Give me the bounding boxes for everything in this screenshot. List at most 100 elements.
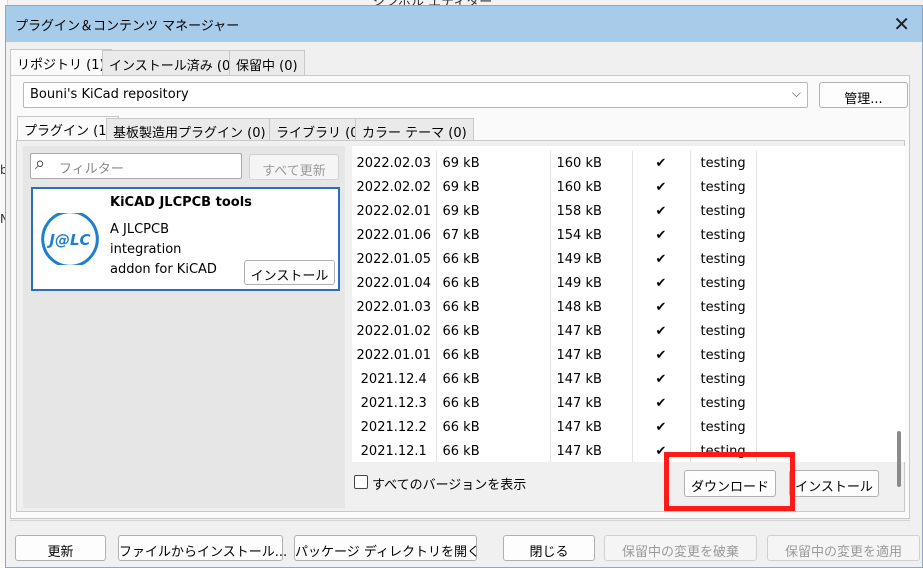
install-size-cell: 154 kB xyxy=(550,223,633,247)
compatible-check-icon: ✔ xyxy=(632,391,691,415)
version-row[interactable]: 2022.01.04 66 kB 149 kB ✔ testing xyxy=(352,271,757,295)
install-size-cell: 158 kB xyxy=(550,199,633,223)
refresh-all-button[interactable]: すべて更新 xyxy=(249,154,339,180)
download-size-cell: 66 kB xyxy=(436,343,551,367)
show-all-versions-label: すべてのバージョンを表示 xyxy=(372,478,527,493)
manage-button[interactable]: 管理... xyxy=(819,82,908,108)
refresh-button[interactable]: 更新 xyxy=(15,535,106,561)
filter-input[interactable]: ⌕ フィルター xyxy=(30,153,242,179)
status-cell: testing xyxy=(690,247,757,271)
version-row[interactable]: 2022.01.05 66 kB 149 kB ✔ testing xyxy=(352,247,757,271)
close-button[interactable]: 閉じる xyxy=(503,535,595,561)
install-size-cell: 147 kB xyxy=(550,391,633,415)
download-size-cell: 66 kB xyxy=(436,271,551,295)
version-cell: 2022.01.04 xyxy=(352,271,437,295)
install-size-cell: 147 kB xyxy=(550,319,633,343)
package-description-line: A JLCPCB xyxy=(110,222,170,237)
compatible-check-icon: ✔ xyxy=(632,271,691,295)
close-icon[interactable]: ✕ xyxy=(893,12,910,36)
version-row[interactable]: 2022.01.06 67 kB 154 kB ✔ testing xyxy=(352,223,757,247)
package-description-line: addon for KiCAD xyxy=(110,262,217,277)
download-size-cell: 69 kB xyxy=(436,151,551,175)
status-cell: testing xyxy=(690,223,757,247)
install-size-cell: 147 kB xyxy=(550,415,633,439)
install-size-cell: 147 kB xyxy=(550,439,633,462)
version-row[interactable]: 2022.02.01 69 kB 158 kB ✔ testing xyxy=(352,199,757,223)
logo-text: J@LC xyxy=(46,231,90,249)
version-row[interactable]: 2022.02.03 69 kB 160 kB ✔ testing xyxy=(352,151,757,175)
scrollbar-thumb[interactable] xyxy=(897,431,901,487)
tab-color-themes[interactable]: カラー テーマ (0) xyxy=(355,118,474,142)
version-table: 2022.02.03 69 kB 160 kB ✔ testing 2022.02.02 6… xyxy=(352,151,757,462)
tab-pending[interactable]: 保留中 (0) xyxy=(229,50,305,76)
download-size-cell: 66 kB xyxy=(436,415,551,439)
version-list-scrollbar[interactable] xyxy=(896,146,904,487)
download-size-cell: 66 kB xyxy=(436,439,551,462)
install-from-file-button[interactable]: ファイルからインストール... xyxy=(118,535,287,561)
filter-placeholder: フィルター xyxy=(59,162,124,177)
version-cell: 2022.01.05 xyxy=(352,247,437,271)
package-description-line: integration xyxy=(110,242,182,257)
tab-repository[interactable]: リポジトリ (1) xyxy=(10,49,112,77)
version-cell: 2021.12.2 xyxy=(352,415,437,439)
version-row[interactable]: 2022.01.01 66 kB 147 kB ✔ testing xyxy=(352,343,757,367)
show-all-versions-checkbox[interactable] xyxy=(354,475,368,489)
search-icon: ⌕ xyxy=(35,153,46,174)
repository-dropdown[interactable]: Bouni's KiCad repository ⌵ xyxy=(23,82,808,108)
status-cell: testing xyxy=(690,343,757,367)
status-cell: testing xyxy=(690,415,757,439)
repository-selected: Bouni's KiCad repository xyxy=(30,87,189,102)
title-bar[interactable]: プラグイン＆コンテンツ マネージャー ✕ xyxy=(6,6,922,42)
install-size-cell: 149 kB xyxy=(550,271,633,295)
version-cell: 2022.01.06 xyxy=(352,223,437,247)
version-row[interactable]: 2021.12.3 66 kB 147 kB ✔ testing xyxy=(352,391,757,415)
version-row[interactable]: 2022.01.02 66 kB 147 kB ✔ testing xyxy=(352,319,757,343)
status-cell: testing xyxy=(690,391,757,415)
status-cell: testing xyxy=(690,175,757,199)
version-row[interactable]: 2021.12.4 66 kB 147 kB ✔ testing xyxy=(352,367,757,391)
compatible-check-icon: ✔ xyxy=(632,295,691,319)
install-size-cell: 148 kB xyxy=(550,295,633,319)
compatible-check-icon: ✔ xyxy=(632,175,691,199)
version-cell: 2021.12.4 xyxy=(352,367,437,391)
version-row[interactable]: 2022.02.02 69 kB 160 kB ✔ testing xyxy=(352,175,757,199)
status-cell: testing xyxy=(690,295,757,319)
download-size-cell: 66 kB xyxy=(436,367,551,391)
apply-pending-changes-button[interactable]: 保留中の変更を適用 xyxy=(767,535,920,561)
version-row[interactable]: 2021.12.2 66 kB 147 kB ✔ testing xyxy=(352,415,757,439)
compatible-check-icon: ✔ xyxy=(632,223,691,247)
version-cell: 2022.01.02 xyxy=(352,319,437,343)
package-description: A JLCPCB integration addon for KiCAD xyxy=(110,220,230,280)
package-install-button[interactable]: インストール xyxy=(244,260,335,285)
package-name: KiCAD JLCPCB tools xyxy=(110,195,252,210)
install-size-cell: 149 kB xyxy=(550,247,633,271)
version-cell: 2022.01.03 xyxy=(352,295,437,319)
discard-pending-changes-button[interactable]: 保留中の変更を破棄 xyxy=(604,535,757,561)
tab-installed[interactable]: インストール済み (0) xyxy=(102,50,243,76)
highlight-annotation xyxy=(664,452,795,511)
download-size-cell: 66 kB xyxy=(436,247,551,271)
open-package-directory-button[interactable]: パッケージ ディレクトリを開く xyxy=(294,535,480,561)
download-size-cell: 69 kB xyxy=(436,199,551,223)
window-title: プラグイン＆コンテンツ マネージャー xyxy=(15,19,240,34)
version-cell: 2021.12.1 xyxy=(352,439,437,462)
tab-plugins[interactable]: プラグイン (1) xyxy=(17,116,119,142)
status-cell: testing xyxy=(690,271,757,295)
version-install-button[interactable]: インストール xyxy=(789,470,879,497)
compatible-check-icon: ✔ xyxy=(632,415,691,439)
download-size-cell: 69 kB xyxy=(436,175,551,199)
compatible-check-icon: ✔ xyxy=(632,343,691,367)
status-cell: testing xyxy=(690,319,757,343)
download-size-cell: 67 kB xyxy=(436,223,551,247)
compatible-check-icon: ✔ xyxy=(632,367,691,391)
status-cell: testing xyxy=(690,367,757,391)
tab-fabrication-plugins[interactable]: 基板製造用プラグイン (0) xyxy=(106,118,273,142)
chevron-down-icon: ⌵ xyxy=(791,86,801,100)
version-cell: 2022.01.01 xyxy=(352,343,437,367)
package-card[interactable]: J@LC KiCAD JLCPCB tools A JLCPCB integra… xyxy=(31,187,340,291)
compatible-check-icon: ✔ xyxy=(632,319,691,343)
compatible-check-icon: ✔ xyxy=(632,151,691,175)
version-cell: 2022.02.02 xyxy=(352,175,437,199)
version-row[interactable]: 2022.01.03 66 kB 148 kB ✔ testing xyxy=(352,295,757,319)
version-cell: 2022.02.03 xyxy=(352,151,437,175)
